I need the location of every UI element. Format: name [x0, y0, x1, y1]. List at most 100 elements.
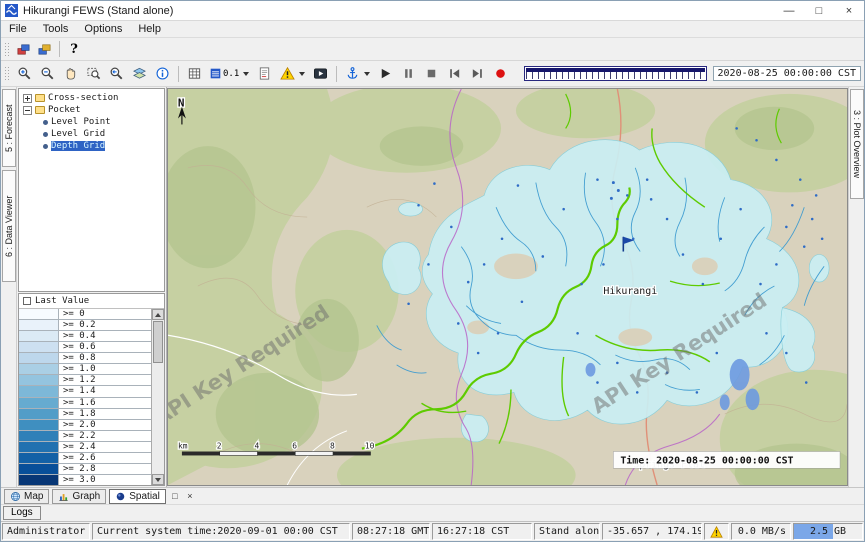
map-canvas[interactable]: API Key Required API Key Required Hikura… — [168, 89, 847, 485]
time-slider[interactable] — [524, 66, 706, 81]
pause-icon — [401, 66, 416, 81]
minimize-button[interactable]: — — [774, 1, 804, 20]
data-store-button[interactable] — [13, 39, 34, 59]
zoom-out-button[interactable] — [36, 63, 59, 85]
legend-color-swatch — [19, 364, 59, 374]
menu-file[interactable]: File — [1, 22, 35, 36]
pause-button[interactable] — [397, 63, 420, 85]
tree-item-pocket[interactable]: Pocket — [19, 104, 164, 116]
skip-to-start-button[interactable] — [443, 63, 466, 85]
pan-button[interactable] — [59, 63, 82, 85]
layer-tree: Cross-section Pocket Level Point Level G… — [18, 88, 165, 292]
contour-interval-dropdown[interactable]: 0.1 — [206, 63, 253, 85]
tab-map[interactable]: Map — [4, 489, 49, 504]
zoom-previous-icon — [109, 66, 124, 81]
chevron-down-icon — [364, 72, 370, 76]
zoom-in-button[interactable] — [13, 63, 36, 85]
svg-text:10: 10 — [365, 442, 375, 451]
status-coordinates: -35.657 , 174.199 — [602, 523, 702, 540]
legend-row: >= 1.4 — [19, 386, 151, 397]
tree-item-depth-grid[interactable]: Depth Grid — [19, 140, 164, 152]
menu-options[interactable]: Options — [76, 22, 130, 36]
zoom-area-icon — [86, 66, 101, 81]
legend-panel: Last Value >= 0 >= 0.2 >= 0.4 >= 0.6 >= … — [18, 293, 165, 486]
legend-row: >= 2.0 — [19, 420, 151, 431]
status-local-time: 16:27:18 CST — [432, 523, 532, 540]
maximize-button[interactable]: □ — [804, 1, 834, 20]
scrollbar-track[interactable] — [152, 364, 164, 474]
folder-icon — [35, 94, 45, 102]
toolbar-grip[interactable] — [4, 42, 9, 57]
tree-item-cross-section[interactable]: Cross-section — [19, 92, 164, 104]
grid-toggle-button[interactable] — [183, 63, 206, 85]
display-tabs: Map Graph Spatial □ × — [1, 487, 864, 504]
menu-help[interactable]: Help — [130, 22, 169, 36]
close-panel-icon[interactable]: × — [184, 491, 196, 501]
toolbar-separator — [59, 41, 60, 57]
anchor-tool-dropdown[interactable] — [341, 63, 374, 85]
legend-color-swatch — [19, 431, 59, 441]
legend-row: >= 0.4 — [19, 331, 151, 342]
play-button[interactable] — [374, 63, 397, 85]
app-window: Hikurangi FEWS (Stand alone) — □ × File … — [0, 0, 865, 542]
chevron-down-icon — [243, 72, 249, 76]
last-value-checkbox[interactable] — [23, 297, 31, 305]
map-toolbar-grip[interactable] — [4, 66, 9, 81]
status-bar: Administrator Current system time:2020-0… — [1, 521, 864, 541]
close-button[interactable]: × — [834, 1, 864, 20]
bullet-icon — [43, 120, 48, 125]
expand-icon[interactable] — [23, 94, 32, 103]
tab-plot-overview[interactable]: 3 : Plot Overview — [850, 89, 864, 199]
window-controls: — □ × — [774, 1, 864, 20]
right-tab-strip: 3 : Plot Overview — [848, 87, 864, 487]
scrollbar-thumb[interactable] — [153, 321, 163, 363]
legend-title: Last Value — [35, 296, 89, 306]
tree-item-level-point[interactable]: Level Point — [19, 116, 164, 128]
map-panel: API Key Required API Key Required Hikura… — [167, 88, 848, 486]
tab-data-viewer[interactable]: 6 : Data Viewer — [2, 170, 16, 282]
logs-button[interactable]: Logs — [3, 506, 41, 520]
record-button[interactable] — [489, 63, 512, 85]
float-panel-icon[interactable]: □ — [169, 491, 181, 501]
collapse-icon[interactable] — [23, 106, 32, 115]
menu-tools[interactable]: Tools — [35, 22, 77, 36]
data-layers-button[interactable] — [34, 39, 55, 59]
profile-display-button[interactable] — [309, 63, 332, 85]
legend-row: >= 0.6 — [19, 342, 151, 353]
tab-graph[interactable]: Graph — [52, 489, 106, 504]
app-icon — [5, 4, 18, 17]
chevron-down-icon — [299, 72, 305, 76]
status-warning[interactable] — [704, 523, 729, 540]
warnings-dropdown[interactable] — [276, 63, 309, 85]
left-tab-strip: 5 : Forecast 6 : Data Viewer — [1, 87, 17, 487]
report-button[interactable] — [253, 63, 276, 85]
grid-icon — [187, 66, 202, 81]
skip-to-start-icon — [447, 66, 462, 81]
stop-button[interactable] — [420, 63, 443, 85]
help-button[interactable]: ? — [64, 39, 84, 59]
zoom-previous-button[interactable] — [105, 63, 128, 85]
tab-forecast[interactable]: 5 : Forecast — [2, 89, 16, 167]
legend-color-swatch — [19, 309, 59, 319]
menubar: File Tools Options Help — [1, 21, 864, 38]
layers-button[interactable] — [128, 63, 151, 85]
legend-color-swatch — [19, 409, 59, 419]
legend-scrollbar[interactable] — [151, 309, 164, 485]
legend-color-swatch — [19, 464, 59, 474]
zoom-area-button[interactable] — [82, 63, 105, 85]
memory-indicator: 2.5 GB — [793, 523, 863, 540]
tab-spatial[interactable]: Spatial — [109, 489, 166, 504]
legend-color-swatch — [19, 386, 59, 396]
scroll-down-icon[interactable] — [152, 474, 164, 485]
tree-item-level-grid[interactable]: Level Grid — [19, 128, 164, 140]
legend-row: >= 1.0 — [19, 364, 151, 375]
legend-row: >= 0 — [19, 309, 151, 320]
skip-to-end-button[interactable] — [466, 63, 489, 85]
legend-color-swatch — [19, 442, 59, 452]
time-slider-ticks — [526, 72, 704, 79]
scroll-up-icon[interactable] — [152, 309, 164, 320]
info-button[interactable] — [151, 63, 174, 85]
legend-color-swatch — [19, 375, 59, 385]
globe-icon — [10, 491, 21, 502]
legend-color-swatch — [19, 331, 59, 341]
